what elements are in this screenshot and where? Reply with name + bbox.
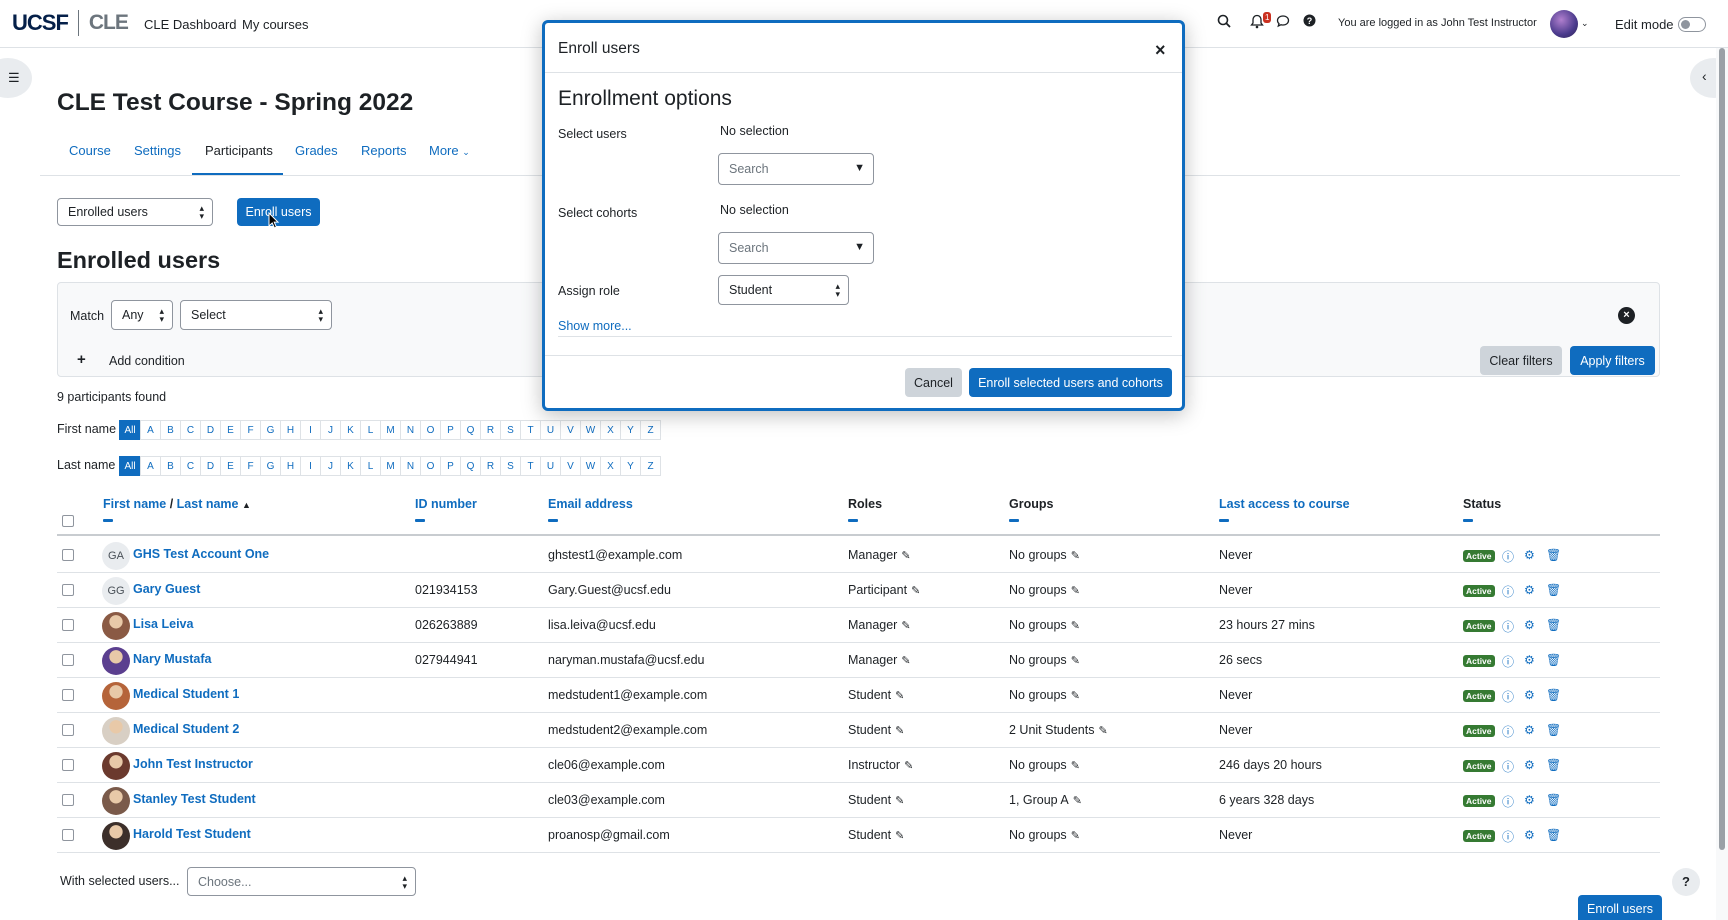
- modal-footer-divider: [545, 355, 1182, 356]
- select-users-value: No selection: [720, 124, 789, 138]
- dropdown-triangle-icon[interactable]: ▼: [854, 241, 865, 253]
- dropdown-triangle-icon[interactable]: ▼: [854, 162, 865, 174]
- modal-title: Enroll users: [558, 40, 640, 57]
- select-users-search-input[interactable]: Search ▼: [718, 153, 874, 185]
- sort-caret-icon: ▴ ▾: [835, 281, 840, 299]
- search-placeholder: Search: [729, 162, 769, 176]
- search-placeholder: Search: [729, 241, 769, 255]
- select-cohorts-label: Select cohorts: [558, 206, 638, 220]
- assign-role-label: Assign role: [558, 284, 620, 298]
- select-cohorts-value: No selection: [720, 203, 789, 217]
- cancel-button[interactable]: Cancel: [905, 368, 962, 397]
- show-more-divider: [558, 336, 1172, 337]
- enrollment-options-heading: Enrollment options: [558, 87, 732, 110]
- select-users-label: Select users: [558, 127, 627, 141]
- modal-header-divider: [545, 72, 1182, 73]
- assign-role-select[interactable]: Student ▴ ▾: [718, 275, 849, 305]
- assign-role-value: Student: [729, 283, 773, 297]
- select-cohorts-search-input[interactable]: Search ▼: [718, 232, 874, 264]
- enroll-selected-button[interactable]: Enroll selected users and cohorts: [969, 368, 1172, 397]
- close-icon[interactable]: ×: [1155, 40, 1166, 61]
- enroll-users-modal: Enroll users × Enrollment options Select…: [542, 20, 1185, 411]
- show-more-link[interactable]: Show more...: [558, 319, 632, 333]
